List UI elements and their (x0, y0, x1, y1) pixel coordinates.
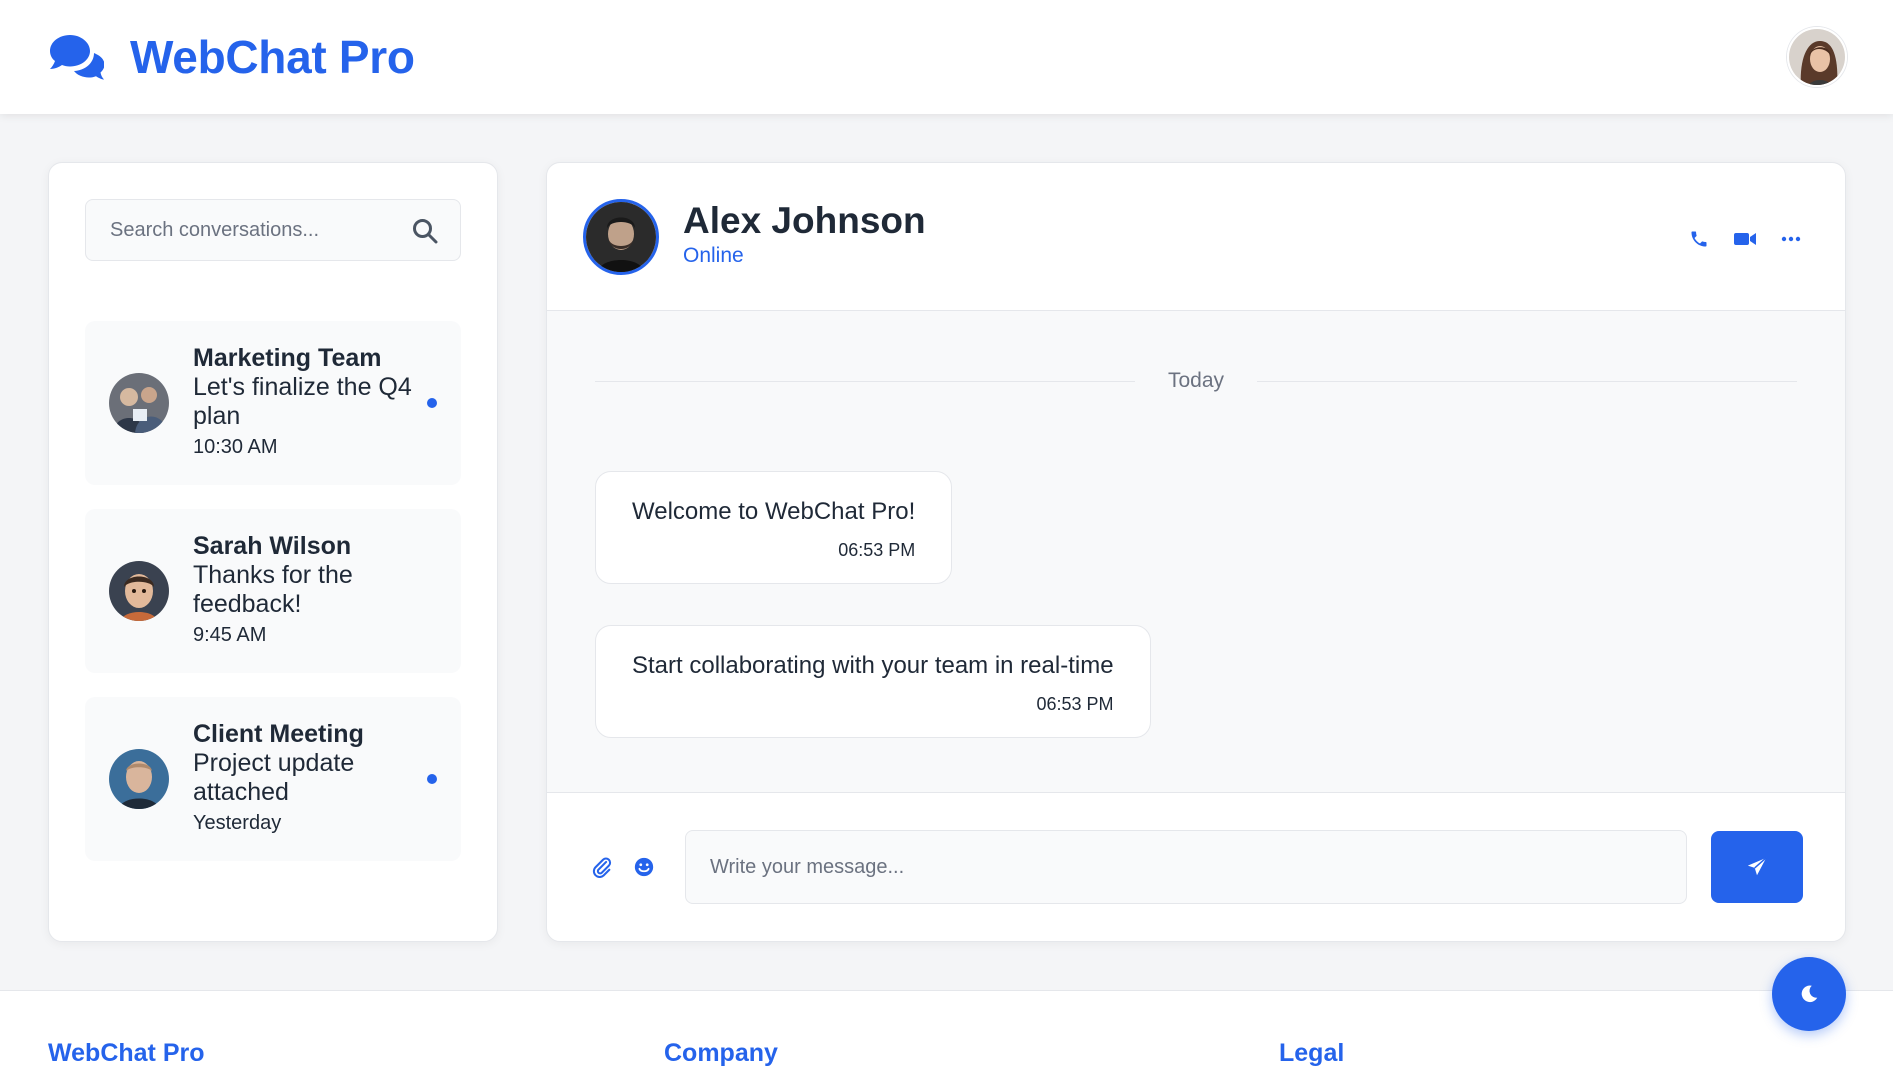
message-time: 06:53 PM (1036, 694, 1114, 714)
conversation-time: 9:45 AM (193, 624, 267, 646)
send-button[interactable] (1711, 831, 1803, 903)
composer (547, 793, 1845, 941)
conversation-name: Sarah Wilson (193, 532, 352, 560)
message-time: 06:53 PM (838, 540, 916, 560)
conversation-name: Client Meeting (193, 720, 364, 748)
app-title: WebChat Pro (130, 31, 415, 83)
chat-header: Alex Johnson Online (547, 163, 1845, 311)
search-input[interactable] (86, 200, 460, 260)
conversation-item-sarah-wilson[interactable]: Sarah Wilson Thanks for the feedback! 9:… (85, 509, 461, 673)
chat-panel: Alex Johnson Online Today Welcome to Web… (546, 162, 1846, 942)
smile-icon[interactable] (633, 856, 655, 878)
divider-line (595, 381, 1135, 382)
search-icon[interactable] (412, 218, 438, 244)
search-box (85, 199, 461, 261)
theme-toggle-button[interactable] (1772, 957, 1846, 1031)
conversation-time: 10:30 AM (193, 436, 278, 458)
avatar (109, 749, 169, 809)
contact-avatar-image (586, 201, 656, 272)
contact-status: Online (683, 243, 744, 267)
footer: WebChat Pro Company Legal (0, 990, 1893, 1079)
message-text: Welcome to WebChat Pro! (632, 498, 916, 525)
conversation-preview: Let's finalize the Q4 plan (193, 373, 412, 430)
message-bubble[interactable]: Welcome to WebChat Pro! 06:53 PM (595, 471, 953, 584)
composer-tools (591, 856, 655, 878)
child-avatar-image (109, 561, 169, 621)
conversation-time: Yesterday (193, 812, 282, 834)
video-icon (1734, 233, 1756, 245)
paper-plane-icon (1747, 857, 1767, 876)
conversation-item-marketing-team[interactable]: Marketing Team Let's finalize the Q4 pla… (85, 321, 461, 485)
brand[interactable]: WebChat Pro (48, 30, 415, 84)
conversation-name: Marketing Team (193, 344, 382, 372)
message-input[interactable] (685, 830, 1687, 904)
man-avatar-image (109, 749, 169, 809)
conversations-sidebar: Marketing Team Let's finalize the Q4 pla… (48, 162, 498, 942)
top-header: WebChat Pro (0, 0, 1893, 114)
more-options-button[interactable] (1779, 227, 1803, 251)
more-icon (1781, 236, 1801, 242)
day-label: Today (1167, 369, 1225, 392)
message-area[interactable]: Today Welcome to WebChat Pro! 06:53 PM S… (547, 311, 1845, 793)
conversation-list: Marketing Team Let's finalize the Q4 pla… (85, 321, 461, 861)
group-avatar-image (109, 373, 169, 433)
avatar (109, 373, 169, 433)
unread-indicator (427, 774, 437, 784)
moon-icon (1801, 985, 1818, 1003)
video-call-button[interactable] (1733, 227, 1757, 251)
contact-name: Alex Johnson (683, 199, 926, 241)
unread-indicator (427, 398, 437, 408)
conversation-preview: Project update attached (193, 749, 355, 806)
user-avatar[interactable] (1787, 27, 1847, 87)
chat-bubbles-icon (50, 35, 104, 80)
message-text: Start collaborating with your team in re… (632, 652, 1114, 679)
call-button[interactable] (1687, 227, 1711, 251)
conversation-preview: Thanks for the feedback! (193, 561, 353, 618)
contact-avatar[interactable] (583, 198, 659, 275)
conversation-item-client-meeting[interactable]: Client Meeting Project update attached Y… (85, 697, 461, 861)
user-avatar-image (1789, 29, 1845, 85)
divider-line (1257, 381, 1797, 382)
footer-heading-legal: Legal (1279, 1039, 1345, 1067)
paperclip-icon[interactable] (591, 856, 613, 878)
avatar (109, 561, 169, 621)
chat-actions (1687, 227, 1803, 251)
footer-heading-company: Company (664, 1039, 778, 1067)
message-bubble[interactable]: Start collaborating with your team in re… (595, 625, 1151, 738)
footer-heading-brand: WebChat Pro (48, 1039, 205, 1067)
phone-icon (1691, 231, 1707, 247)
